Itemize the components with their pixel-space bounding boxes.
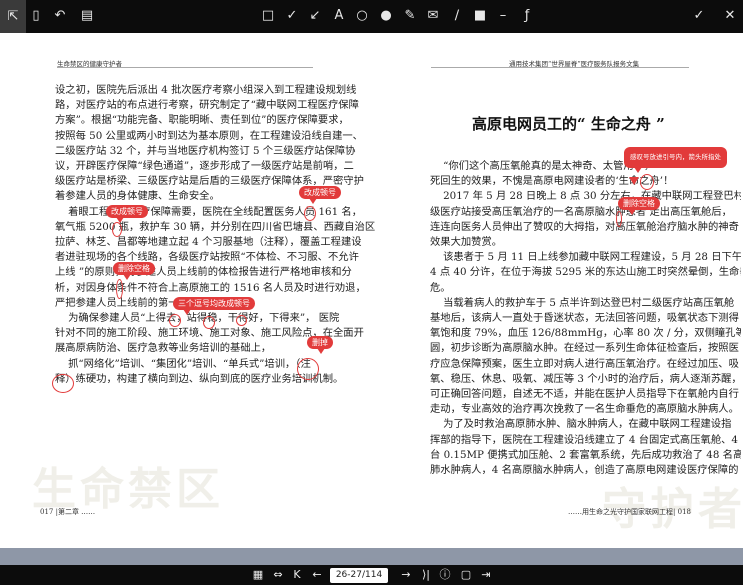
text-line: 当载着病人的救护车于 5 点半许到达登巴村二级医疗站高压氧舱 [430,296,735,309]
text-line: 效果大加赞赏。 [430,236,503,249]
text-line: 级医疗站接受高压氧治疗的一名高原脑水肿患者 走出高压氧舱后， [430,205,732,218]
pen-tool-icon[interactable]: ✎ [400,6,420,26]
annotation-ellipse[interactable] [640,174,654,190]
text-line: 者进驻现场的各个线路，各级医疗站按照“不体检、不习服、不允许 [55,251,359,264]
notes-list-tool-icon[interactable]: ▤ [77,6,97,26]
confirm-icon[interactable]: ✓ [689,6,709,26]
text-line: 析，对因身体条件不符合上高原施工的 1516 名人员及时进行劝退， [55,281,366,294]
text-line: 二级医疗站 32 个，并与当地医疗机构签订 5 个三级医疗站保障协 [55,144,356,157]
thumbnails-icon[interactable]: ▦ [250,567,266,583]
text-line: 按照每 50 公里或两小时到达为基本原则，在工程建设沿线自建一、 [55,129,363,142]
undo-tool-icon[interactable]: ↶ [50,6,70,26]
text-line: 疗应急保障预案，医生立即对病人进行高压氧治疗。在经过加压、吸 [430,357,739,370]
text-tool-icon[interactable]: A [329,6,349,26]
previous-page-icon[interactable]: ← [309,567,325,583]
left-page-footer: 017 |第二章 …… [40,508,96,516]
right-page-body: “你们这个高压氧舱真的是太神奇、太管用了， 死回生的效果，不愧是高原电网建设者的‘… [430,159,741,478]
annotation-ellipse[interactable] [112,222,122,237]
text-line: 抓“网络化”培训、“集团化”培训、“单兵式”培训，（注 [55,357,311,370]
annotation-callout[interactable]: 三个逗号均改成顿号 [173,297,255,315]
text-line: 基地后，该病人一直处于昏迷状态，无法回答问题，吸氧状态下测得 [430,312,739,325]
check-pen-tool-icon[interactable]: ✓ [282,6,302,26]
text-line: 议，开辟医疗保障“绿色通道”，逐步形成了一级医疗站是前哨，二 [55,160,354,173]
comment-tool-icon[interactable]: ✉ [423,6,443,26]
annotation-ellipse[interactable] [169,314,181,327]
left-header-rule [57,67,313,68]
annotation-ellipse[interactable] [304,206,316,221]
text-line: 氧气瓶 5200 瓶，救护车 30 辆，并分别在四川省巴塘县、西藏自治区 [55,220,376,233]
text-line: 台 0.15MP 便携式加压舱、2 套富氧系统，先后成功救治了 48 名高原 [430,448,741,461]
text-line: 死回生的效果，不愧是高原电网建设者的‘生命之舟’！ [430,175,674,188]
annotation-ellipse[interactable] [116,279,123,299]
close-icon[interactable]: ✕ [720,6,740,26]
text-line: 走动，专业高效的治疗再次挽救了一名生命垂危的高原脑水肿病人。 [430,403,739,416]
text-line: 拉萨、林芝、昌都等地建立起 4 个习服基地（注释），覆盖工程建设 [55,236,362,249]
text-line: 危。 [430,281,451,294]
exit-icon[interactable]: ⇥ [478,567,494,583]
text-line: 挥部的指导下，医院在工程建设沿线建立了 4 台固定式高压氧舱、4 [430,433,738,446]
annotation-callout[interactable]: 删除空格 [618,197,660,215]
right-watermark: 守护者 [602,484,741,535]
navigation-bar: ▦ ⇔ K ← → ⟩| ⓘ ▢ ⇥ [0,565,743,585]
text-line: 氧饱和度 79%，血压 126/88mmHg，心率 80 次 / 分，双侧瞳孔等… [430,327,741,340]
filled-rectangle-tool-icon[interactable]: ■ [470,6,490,26]
last-page-icon[interactable]: ⟩| [418,567,434,583]
annotation-callout[interactable]: 删除空格 [113,262,155,280]
highlighter-tool-icon[interactable]: ∕ [447,6,467,26]
text-line: 4 点 40 分许，在位于海拔 5295 米的东达山施工时突然晕倒，生命垂 [430,266,741,279]
info-icon[interactable]: ⓘ [437,567,453,583]
text-line: 连连向医务人员伸出了赞叹的大拇指，对高压氧舱治疗脑水肿的神奇 [430,220,739,233]
article-title: 高原电网员工的“ 生命之舟 ” [472,115,665,133]
annotation-callout[interactable]: 改成顿号 [106,205,148,223]
text-line: 氧、稳压、休息、吸氧、减压等 3 个小时的治疗后，病人逐渐苏醒， [430,372,741,385]
annotation-ellipse[interactable] [203,316,215,329]
arrow-tool-icon[interactable]: ↙ [305,6,325,26]
filled-ellipse-tool-icon[interactable]: ● [376,6,396,26]
annotation-ellipse[interactable] [236,315,247,326]
rectangle-tool-icon[interactable]: □ [258,6,278,26]
annotation-arrow-icon[interactable] [629,177,639,185]
right-page-footer: ……用生命之光守护国家联网工程| 018 [568,508,691,516]
annotation-toolbar: ⇱ ▯ ↶ ▤ □ ✓ ↙ A ○ ● ✎ ✉ ∕ ■ – ƒ ✓ ✕ [0,0,743,33]
text-line: 圆，初步诊断为高原脑水肿。在经过一系列生命体征检查后，按照医 [430,342,739,355]
annotation-callout[interactable]: 删掉 [307,336,333,354]
ellipse-tool-icon[interactable]: ○ [352,6,372,26]
viewer-background [0,548,743,565]
annotation-ellipse[interactable] [616,211,622,227]
signature-tool-icon[interactable]: ƒ [517,6,537,26]
select-tool-icon[interactable]: ⇱ [0,0,26,33]
text-line: 为确保参建人员“上得去，站得稳，干得好，下得来”， 医院 [55,312,340,325]
text-line: 肺水肿病人，4 名高原脑水肿病人，创造了高原电网建设医疗保障的 [430,464,739,477]
annotation-ellipse[interactable] [52,374,74,393]
fullscreen-icon[interactable]: ▢ [458,567,474,583]
text-line: 该患者于 5 月 11 日上线参加藏中联网工程建设，5 月 28 日下午 [430,251,741,264]
page-number-input[interactable] [330,568,388,583]
document-spread: 生命禁区 守护者 生命禁区的健康守护者 通用技术集团“世界屋脊”医疗服务队报务文… [2,33,741,548]
text-line: 为了及时救治高原肺水肿、脑水肿病人，在藏中联网工程建设指 [430,418,732,431]
line-tool-icon[interactable]: – [493,6,513,26]
text-line: 着眼工程建设医疗保障需要，医院在全线配置医务人员 161 名， [55,205,363,218]
text-line: 方案”。根据“功能完备、职能明晰、责任到位”的医疗保障要求， [55,114,349,127]
fit-width-icon[interactable]: ⇔ [270,567,286,583]
delete-tool-icon[interactable]: ▯ [26,6,46,26]
annotation-ellipse[interactable] [297,358,319,380]
first-page-icon[interactable]: K [289,567,305,583]
text-line: 释）练硬功，构建了横向到边、纵向到底的医疗业务培训机制。 [55,372,344,385]
right-header-rule [431,67,689,68]
annotation-callout[interactable]: 改成顿号 [299,186,341,204]
text-line: 路，对医疗站的布点进行考察，研究制定了“藏中联网工程医疗保障 [55,99,359,112]
annotation-callout[interactable]: 感叹号放进引号内，箭头所指处 [624,147,727,173]
text-line: 上线 ”的原则，对参建人员上线前的体检报告进行严格地审核和分 [55,266,352,279]
text-line: 可正确回答问题，自述无不适，并能在医护人员指导下在氧舱内自行 [430,388,739,401]
text-line: 设之初，医院先后派出 4 批次医疗考察小组深入到工程建设规划线 [55,84,357,96]
text-line: 2017 年 5 月 28 日晚上 8 点 30 分左右，在藏中联网工程登巴村二 [430,190,741,203]
next-page-icon[interactable]: → [398,567,414,583]
